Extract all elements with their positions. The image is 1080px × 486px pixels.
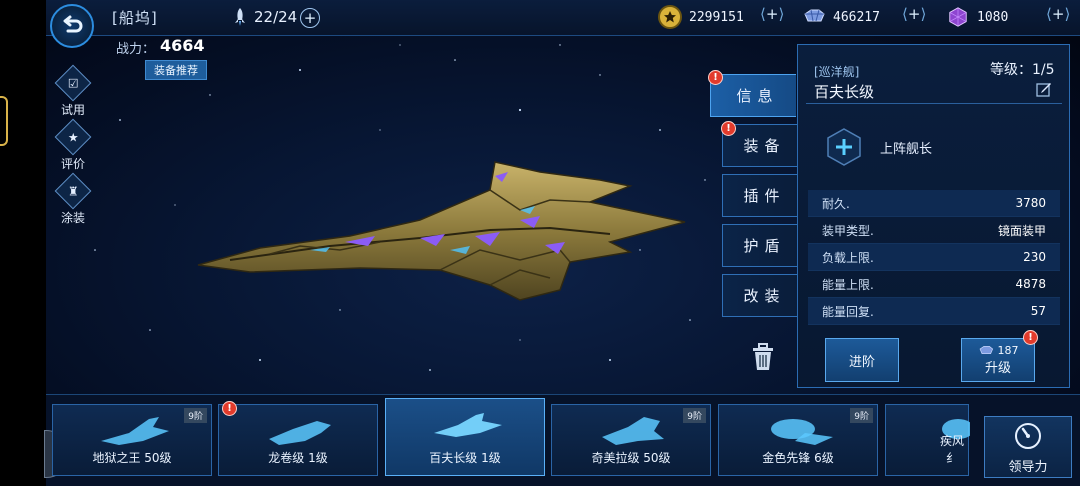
coin-value: 2299151 (689, 9, 744, 25)
upgrade-alert-badge: ! (1023, 330, 1038, 345)
add-fleet-button[interactable]: + (300, 8, 320, 28)
stat-row-durability: 耐久. 3780 (808, 190, 1060, 217)
ship-card-name: 地狱之王 50级 (92, 451, 172, 465)
ship-thumbnail (101, 417, 169, 445)
trial-button[interactable]: ☑ 试用 (54, 64, 92, 118)
add-crystal-button[interactable]: ⟨+⟩ (902, 5, 926, 23)
captain-label: 上阵舰长 (880, 142, 933, 157)
add-coin-button[interactable]: ⟨+⟩ (760, 5, 784, 23)
info-panel: [巡洋舰] 百夫长级 等级：1/5 上阵舰长 耐久. 3780 装甲类型. 镜面装甲… (797, 44, 1070, 388)
ship-card[interactable]: 9阶 金色先锋 6级 (718, 404, 878, 476)
ship-card-name: 龙卷级 1级 (268, 451, 328, 465)
paint-button[interactable]: ♜ 涂装 (54, 172, 92, 226)
tier-badge: 9阶 (683, 408, 706, 423)
power-label: 战力： (116, 42, 156, 57)
ship-card-name: 疾风纟 (939, 434, 964, 465)
advance-button[interactable]: 进阶 (825, 338, 899, 382)
divider (806, 103, 1062, 104)
star-coin-icon (658, 5, 682, 29)
stat-row-energy-regen: 能量回复. 57 (808, 298, 1060, 325)
rating-button[interactable]: ★ 评价 (54, 118, 92, 172)
screen-edge (0, 0, 46, 486)
crystal-icon (802, 5, 826, 29)
ship-level: 等级：1/5 (990, 62, 1055, 78)
edit-icon[interactable] (1036, 81, 1052, 97)
gem-value: 1080 (977, 9, 1009, 25)
gem-icon (946, 5, 970, 29)
upgrade-button[interactable]: 187 升级 (961, 338, 1035, 382)
crystal-icon (979, 345, 993, 354)
paint-icon: ♜ (67, 183, 79, 198)
equip-recommend-button[interactable]: 装备推荐 (145, 60, 207, 80)
upgrade-cost: 187 (997, 344, 1019, 357)
stat-row-energy-limit: 能量上限. 4878 (808, 271, 1060, 298)
ship-class: [巡洋舰] (814, 65, 860, 79)
return-arrow-icon (63, 15, 83, 33)
ship-card[interactable]: 9阶 地狱之王 50级 (52, 404, 212, 476)
gem-resource: 1080 (946, 4, 1008, 30)
rating-icon: ★ (67, 129, 79, 144)
trial-icon: ☑ (67, 75, 79, 90)
ship-card-selected[interactable]: 百夫长级 1级 (385, 398, 545, 476)
trash-icon[interactable] (751, 343, 775, 371)
game-screen: [船坞] 22/24 + 2299151 ⟨+⟩ 466217 ⟨+⟩ 1080… (0, 0, 1080, 486)
ship-alert-badge: ! (222, 401, 237, 416)
ship-card[interactable]: 龙卷级 1级 (218, 404, 378, 476)
ship-card-name: 百夫长级 1级 (429, 451, 501, 465)
info-alert-badge: ! (708, 70, 723, 85)
ship-thumbnail (771, 419, 833, 445)
edge-handle[interactable] (0, 96, 8, 146)
dock-title: [船坞] (112, 9, 158, 27)
ship-card-name: 金色先锋 6级 (762, 451, 834, 465)
ship-model[interactable] (190, 150, 695, 310)
compass-icon (1015, 423, 1041, 449)
tier-badge: 9阶 (850, 408, 873, 423)
tab-shield[interactable]: 护盾 (722, 224, 798, 267)
add-captain-icon[interactable] (825, 128, 863, 166)
ship-card[interactable]: 9阶 奇美拉级 50级 (551, 404, 711, 476)
ship-thumbnail (434, 413, 502, 437)
power-value: 4664 (160, 36, 205, 55)
ship-card-name: 奇美拉级 50级 (591, 451, 671, 465)
stat-row-load-limit: 负载上限. 230 (808, 244, 1060, 271)
stat-row-armor-type: 装甲类型. 镜面装甲 (808, 217, 1060, 244)
crystal-value: 466217 (833, 9, 880, 25)
rocket-icon (235, 8, 245, 26)
stats-table: 耐久. 3780 装甲类型. 镜面装甲 负载上限. 230 能量上限. 4878 能量回… (808, 190, 1060, 325)
ship-thumbnail (269, 421, 331, 445)
leadership-button[interactable]: 领导力 (984, 416, 1072, 478)
tab-info[interactable]: 信息 (710, 74, 796, 117)
tier-badge: 9阶 (184, 408, 207, 423)
tab-plugins[interactable]: 插件 (722, 174, 798, 217)
coin-resource: 2299151 (658, 4, 744, 30)
back-button[interactable] (50, 4, 94, 48)
crystal-resource: 466217 (802, 4, 880, 30)
tab-modify[interactable]: 改装 (722, 274, 798, 317)
add-gem-button[interactable]: ⟨+⟩ (1046, 5, 1070, 23)
leadership-label: 领导力 (1008, 460, 1048, 475)
fleet-count: 22/24 (254, 8, 298, 26)
ship-thumbnail (602, 417, 664, 445)
ship-name: 百夫长级 (814, 83, 875, 101)
equipment-alert-badge: ! (721, 121, 736, 136)
ship-card[interactable]: 疾风纟 (885, 404, 970, 476)
